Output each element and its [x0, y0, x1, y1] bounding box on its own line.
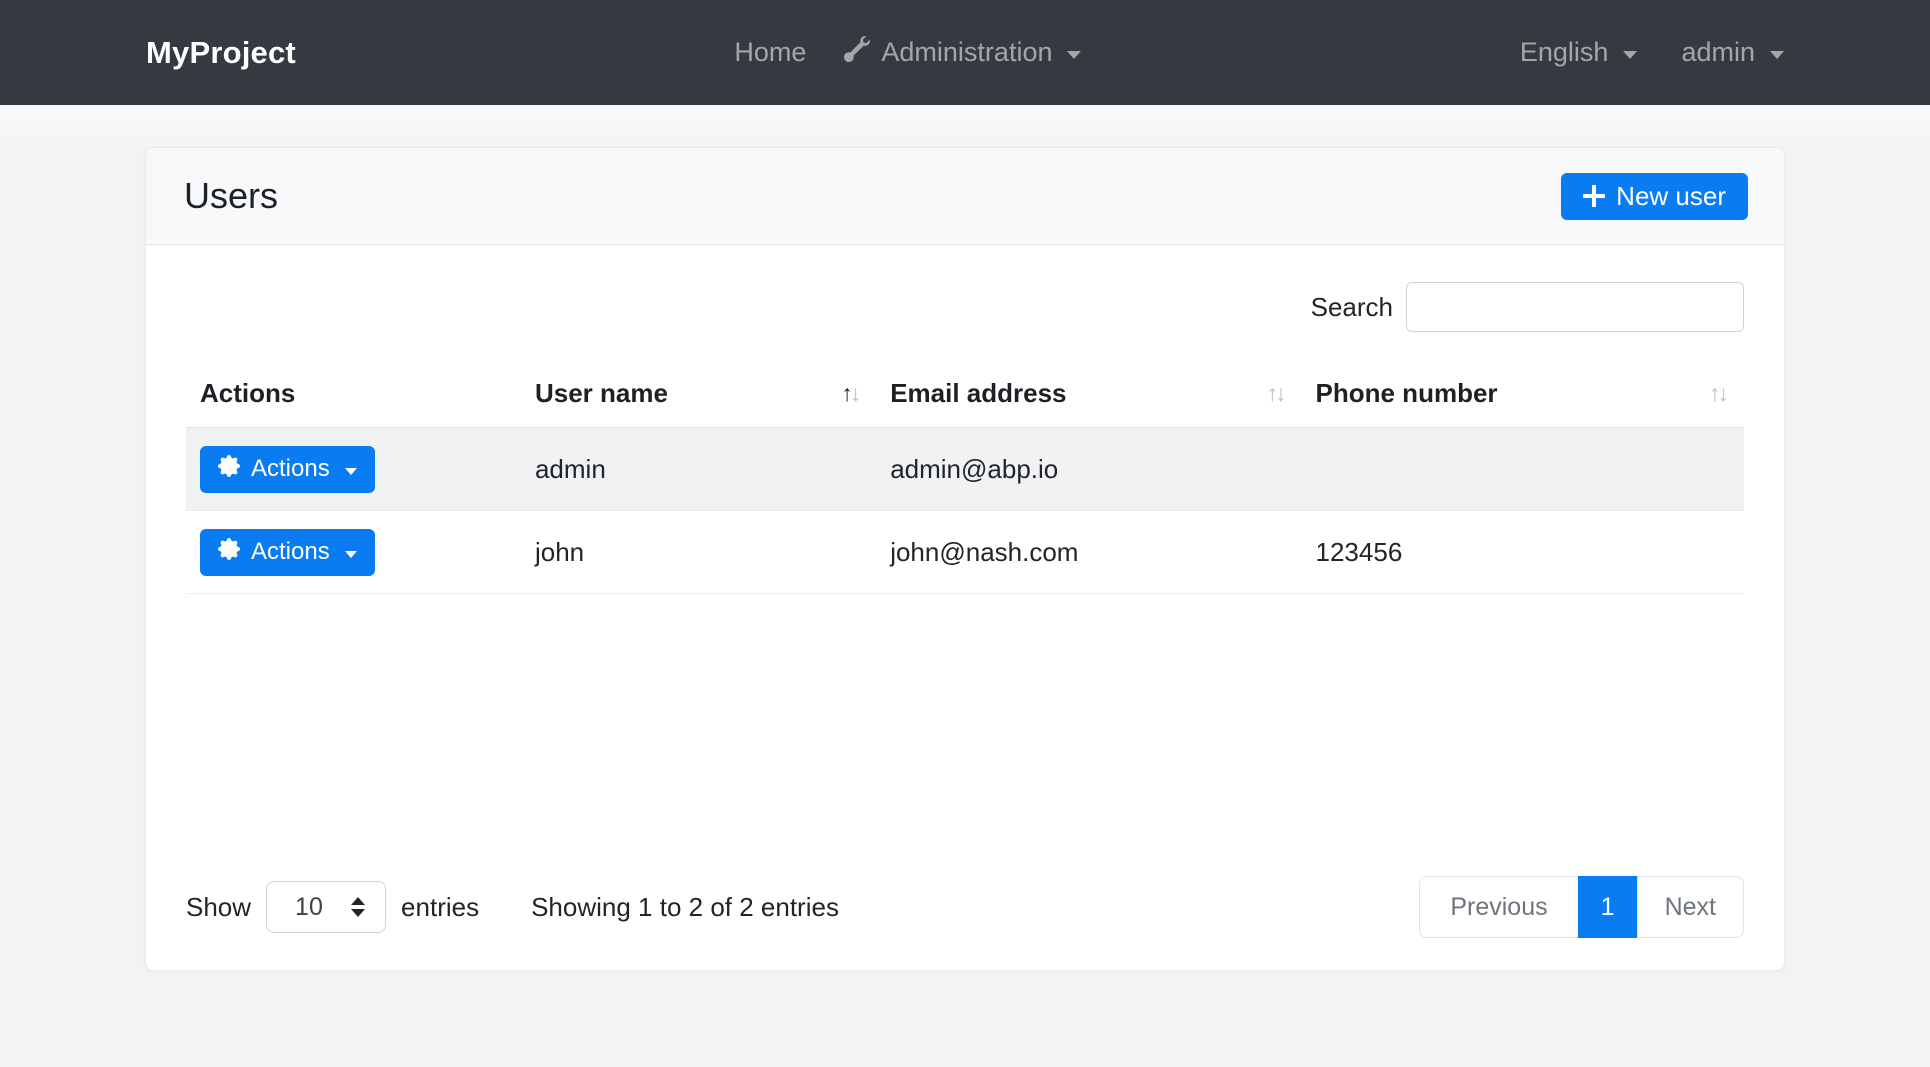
card-header: Users New user — [146, 148, 1784, 245]
sort-icon: ↑↓ — [1709, 380, 1726, 407]
column-header-phone[interactable]: Phone number ↑↓ — [1302, 366, 1744, 428]
card-body: Search Actions User name ↑↓ Email addres — [146, 245, 1784, 970]
pagination-page-1[interactable]: 1 — [1578, 876, 1638, 938]
brand-logo[interactable]: MyProject — [146, 35, 296, 71]
page-size-select[interactable]: 10 — [266, 881, 386, 933]
search-row: Search — [186, 282, 1744, 332]
column-header-username[interactable]: User name ↑↓ — [521, 366, 876, 428]
language-menu-label: English — [1520, 37, 1609, 68]
username-cell: john — [521, 511, 876, 594]
username-cell: admin — [521, 428, 876, 511]
table-row: Actions admin admin@abp.io — [186, 428, 1744, 511]
user-menu-label: admin — [1681, 37, 1755, 68]
page-size-value: 10 — [295, 893, 323, 922]
column-header-email[interactable]: Email address ↑↓ — [876, 366, 1301, 428]
row-actions-button[interactable]: Actions — [200, 446, 375, 493]
gear-icon — [218, 455, 240, 484]
search-label: Search — [1311, 292, 1393, 323]
chevron-down-icon — [345, 551, 357, 558]
showing-entries-summary: Showing 1 to 2 of 2 entries — [531, 892, 839, 923]
plus-icon — [1583, 185, 1605, 207]
users-card: Users New user Search Actions User name — [145, 147, 1785, 971]
column-header-actions: Actions — [186, 366, 521, 428]
table-footer: Show 10 entries Showing 1 to 2 of 2 entr… — [186, 876, 1744, 938]
row-actions-button[interactable]: Actions — [200, 529, 375, 576]
row-actions-label: Actions — [251, 538, 330, 566]
nav-item-home-label: Home — [734, 37, 806, 68]
nav-item-administration-label: Administration — [881, 37, 1052, 68]
table-row: Actions john john@nash.com 123456 — [186, 511, 1744, 594]
new-user-button[interactable]: New user — [1561, 173, 1748, 220]
chevron-down-icon — [1623, 51, 1637, 59]
page-title: Users — [184, 175, 278, 217]
pagination-previous[interactable]: Previous — [1419, 876, 1578, 938]
actions-cell: Actions — [186, 511, 521, 594]
navbar: MyProject Home Administration English ad… — [0, 0, 1930, 105]
phone-cell — [1302, 428, 1744, 511]
chevron-down-icon — [345, 468, 357, 475]
users-table: Actions User name ↑↓ Email address ↑↓ Ph… — [186, 366, 1744, 594]
entries-label: entries — [401, 892, 479, 923]
sort-icon: ↑↓ — [1267, 380, 1284, 407]
nav-item-home[interactable]: Home — [734, 37, 806, 68]
row-actions-label: Actions — [251, 455, 330, 483]
pagination-next[interactable]: Next — [1637, 876, 1744, 938]
chevron-down-icon — [1770, 51, 1784, 59]
language-menu[interactable]: English — [1520, 37, 1638, 68]
phone-cell: 123456 — [1302, 511, 1744, 594]
show-label: Show — [186, 892, 251, 923]
email-cell: john@nash.com — [876, 511, 1301, 594]
navbar-right: English admin — [1520, 37, 1784, 68]
new-user-button-label: New user — [1616, 181, 1726, 212]
chevron-down-icon — [1067, 51, 1081, 59]
table-empty-space — [186, 594, 1744, 876]
select-arrows-icon — [351, 897, 365, 917]
user-menu[interactable]: admin — [1681, 37, 1784, 68]
actions-cell: Actions — [186, 428, 521, 511]
sort-icon: ↑↓ — [841, 380, 858, 407]
nav-item-administration[interactable]: Administration — [844, 36, 1081, 69]
wrench-icon — [844, 36, 870, 69]
page-background — [0, 105, 1930, 147]
search-input[interactable] — [1406, 282, 1744, 332]
main-menu: Home Administration — [734, 36, 1081, 69]
table-header-row: Actions User name ↑↓ Email address ↑↓ Ph… — [186, 366, 1744, 428]
page-size-control: Show 10 entries — [186, 881, 479, 933]
email-cell: admin@abp.io — [876, 428, 1301, 511]
pagination: Previous 1 Next — [1419, 876, 1744, 938]
gear-icon — [218, 538, 240, 567]
